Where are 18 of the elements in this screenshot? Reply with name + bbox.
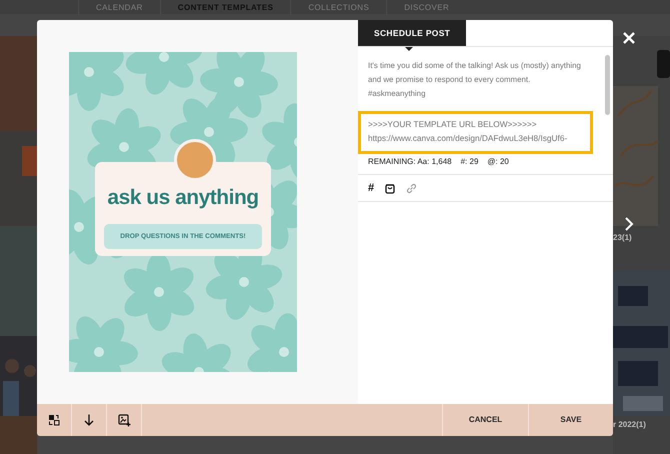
design-title: ask us anything: [106, 185, 260, 211]
footer-button[interactable]: SAVE: [528, 404, 613, 436]
remaining-count: #: 29: [460, 156, 478, 168]
bag-icon[interactable]: [385, 182, 396, 194]
url-text: https://www.canva.com/design/DAFdwuL3eH8/IsgUf6-: [368, 132, 568, 145]
link-icon[interactable]: [406, 182, 418, 194]
tab-pointer: [404, 46, 414, 51]
download-icon: [84, 414, 94, 426]
hashtag-button[interactable]: #: [368, 182, 374, 194]
remaining-count: REMAINING: Aa: 1,648: [368, 156, 452, 168]
swap-icon: [48, 414, 60, 426]
thumbnail-caption: r 2022(1): [613, 419, 646, 431]
scrollbar[interactable]: [605, 55, 610, 115]
url-text: >>>>YOUR TEMPLATE URL BELOW>>>>>>: [368, 118, 538, 131]
remaining-count: @: 20: [487, 156, 509, 168]
add-image-icon: [118, 414, 130, 426]
footer-button[interactable]: CANCEL: [443, 404, 528, 436]
thumbnail-caption: 23(1): [613, 232, 632, 244]
